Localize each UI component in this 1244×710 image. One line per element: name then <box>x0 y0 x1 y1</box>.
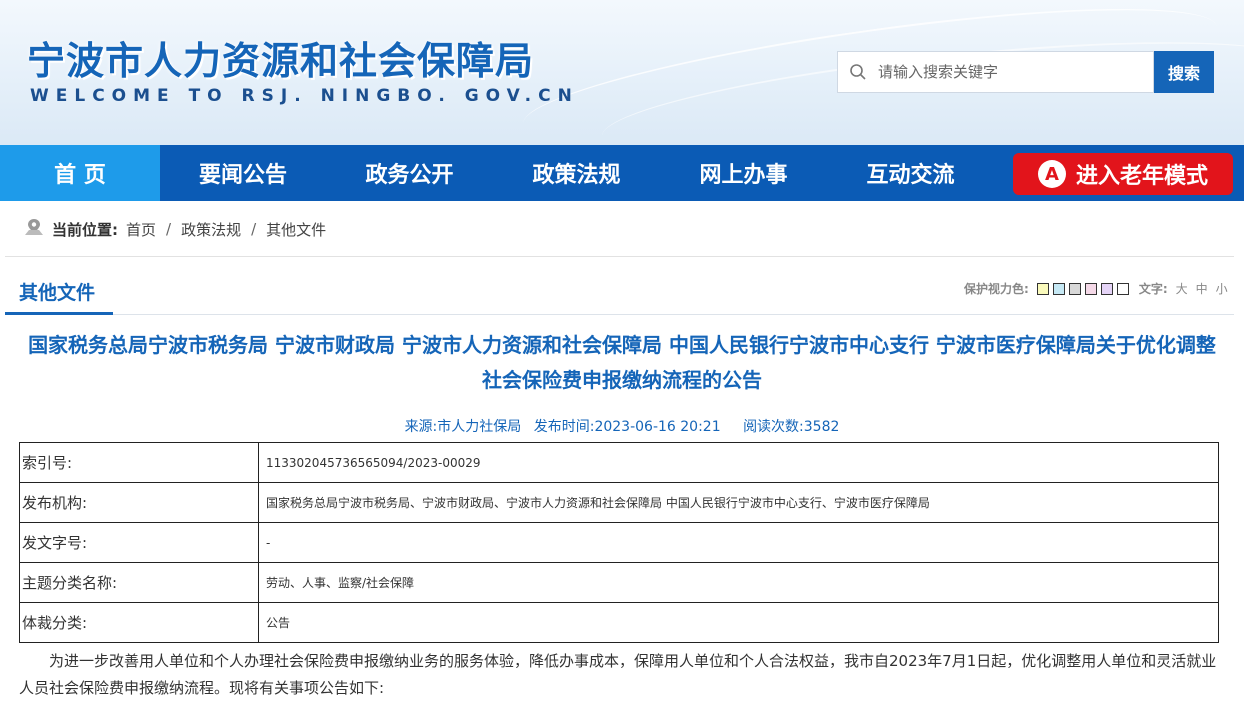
article-source: 来源:市人力社保局 <box>404 419 522 435</box>
info-key-publisher: 发布机构: <box>19 482 259 523</box>
info-value-topic: 劳动、人事、监察/社会保障 <box>258 562 1219 603</box>
article-date: 发布时间:2023-06-16 20:21 <box>533 419 721 435</box>
nav-item-policy[interactable]: 政策法规 <box>493 145 660 201</box>
info-key-topic: 主题分类名称: <box>19 562 259 603</box>
font-size-large[interactable]: 大 <box>1176 280 1188 297</box>
reading-tools: 保护视力色: 文字: 大 中 小 <box>964 280 1228 297</box>
info-key-index: 索引号: <box>19 442 259 483</box>
article-paragraph: 为进一步改善用人单位和个人办理社会保险费申报缴纳业务的服务体验，降低办事成本，保… <box>19 652 1217 697</box>
eye-color-swatch-pink[interactable] <box>1084 282 1097 295</box>
article-info-table: 索引号: 113302045736565094/2023-00029 发布机构:… <box>19 442 1219 643</box>
table-row: 主题分类名称: 劳动、人事、监察/社会保障 <box>19 562 1219 603</box>
elder-mode-label: 进入老年模式 <box>1075 164 1208 189</box>
font-size-label: 文字: <box>1138 282 1168 296</box>
info-key-genre: 体裁分类: <box>19 602 259 643</box>
info-key-doc-number: 发文字号: <box>19 522 259 563</box>
divider <box>5 256 1234 257</box>
breadcrumb-separator: / <box>251 220 257 238</box>
eye-color-swatch-yellow[interactable] <box>1036 282 1049 295</box>
elder-mode-button[interactable]: A 进入老年模式 <box>1013 153 1233 195</box>
info-value-index: 113302045736565094/2023-00029 <box>258 442 1219 483</box>
site-header: 宁波市人力资源和社会保障局 WELCOME TO RSJ. NINGBO. GO… <box>0 0 1244 145</box>
nav-item-gov-affairs[interactable]: 政务公开 <box>326 145 493 201</box>
search-input[interactable] <box>878 63 1138 81</box>
eye-color-swatch-gray[interactable] <box>1068 282 1081 295</box>
location-pin-icon <box>24 218 44 240</box>
divider <box>5 314 1234 315</box>
breadcrumb-home[interactable]: 首页 <box>126 219 156 240</box>
table-row: 索引号: 113302045736565094/2023-00029 <box>19 442 1219 483</box>
breadcrumb-separator: / <box>166 220 172 238</box>
site-subtitle: WELCOME TO RSJ. NINGBO. GOV.CN <box>30 86 579 106</box>
breadcrumb-label: 当前位置: <box>52 220 118 239</box>
breadcrumb-other-docs[interactable]: 其他文件 <box>266 219 326 240</box>
eye-color-swatch-purple[interactable] <box>1100 282 1113 295</box>
table-row: 体裁分类: 公告 <box>19 602 1219 643</box>
nav-item-interaction[interactable]: 互动交流 <box>827 145 994 201</box>
table-row: 发文字号: - <box>19 522 1219 563</box>
eye-color-label: 保护视力色: <box>964 282 1029 296</box>
nav-item-home[interactable]: 首 页 <box>0 145 160 201</box>
nav-item-online-service[interactable]: 网上办事 <box>660 145 827 201</box>
eye-color-swatch-white[interactable] <box>1116 282 1129 295</box>
breadcrumb-policy[interactable]: 政策法规 <box>181 219 241 240</box>
info-value-genre: 公告 <box>258 602 1219 643</box>
table-row: 发布机构: 国家税务总局宁波市税务局、宁波市财政局、宁波市人力资源和社会保障局 … <box>19 482 1219 523</box>
search-button[interactable]: 搜索 <box>1154 51 1214 93</box>
site-title[interactable]: 宁波市人力资源和社会保障局 <box>27 30 534 85</box>
breadcrumb: 当前位置: 首页 / 政策法规 / 其他文件 <box>24 218 326 240</box>
info-value-doc-number: - <box>258 522 1219 563</box>
info-value-publisher: 国家税务总局宁波市税务局、宁波市财政局、宁波市人力资源和社会保障局 中国人民银行… <box>258 482 1219 523</box>
font-size-medium[interactable]: 中 <box>1196 280 1208 297</box>
section-title: 其他文件 <box>19 282 96 304</box>
article-views: 阅读次数:3582 <box>743 419 840 435</box>
search-icon <box>838 63 878 81</box>
article-title: 国家税务总局宁波市税务局 宁波市财政局 宁波市人力资源和社会保障局 中国人民银行… <box>28 333 1216 392</box>
eye-color-swatch-blue[interactable] <box>1052 282 1065 295</box>
nav-item-news[interactable]: 要闻公告 <box>160 145 326 201</box>
search-box[interactable] <box>837 51 1154 93</box>
font-size-small[interactable]: 小 <box>1216 280 1228 297</box>
article-meta: 来源:市人力社保局 发布时间:2023-06-16 20:21 阅读次数:358… <box>0 416 1244 436</box>
section-title-underline <box>5 312 113 315</box>
elder-mode-icon: A <box>1037 160 1066 188</box>
